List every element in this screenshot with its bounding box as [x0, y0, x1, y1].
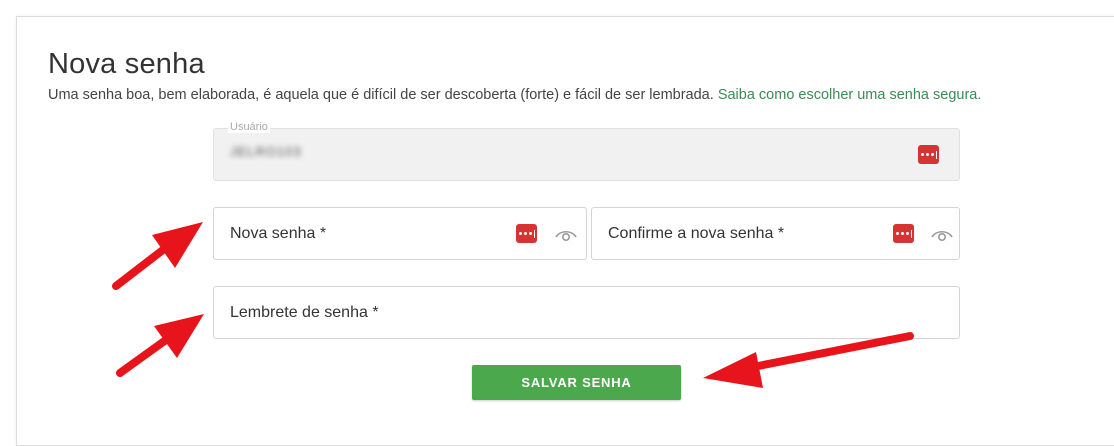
password-manager-icon[interactable]: [516, 224, 537, 243]
page-title: Nova senha: [48, 48, 205, 80]
confirm-password-label: Confirme a nova senha *: [608, 224, 785, 242]
new-password-input[interactable]: Nova senha *: [213, 207, 587, 260]
subtitle-text: Uma senha boa, bem elaborada, é aquela q…: [48, 87, 718, 103]
eye-icon[interactable]: [555, 228, 577, 242]
password-reminder-input[interactable]: Lembrete de senha *: [213, 286, 960, 339]
password-reminder-label: Lembrete de senha *: [230, 303, 379, 321]
username-field: JELRO103: [213, 128, 960, 181]
page-subtitle: Uma senha boa, bem elaborada, é aquela q…: [48, 87, 981, 103]
confirm-password-input[interactable]: Confirme a nova senha *: [591, 207, 960, 260]
save-password-button[interactable]: SALVAR SENHA: [472, 365, 681, 400]
secure-password-link[interactable]: Saiba como escolher uma senha segura.: [718, 87, 982, 103]
new-password-label: Nova senha *: [230, 224, 327, 242]
password-manager-icon[interactable]: [918, 145, 939, 164]
username-value: JELRO103: [230, 144, 302, 159]
password-manager-icon[interactable]: [893, 224, 914, 243]
eye-icon[interactable]: [931, 228, 953, 242]
username-label: Usuário: [228, 121, 270, 133]
